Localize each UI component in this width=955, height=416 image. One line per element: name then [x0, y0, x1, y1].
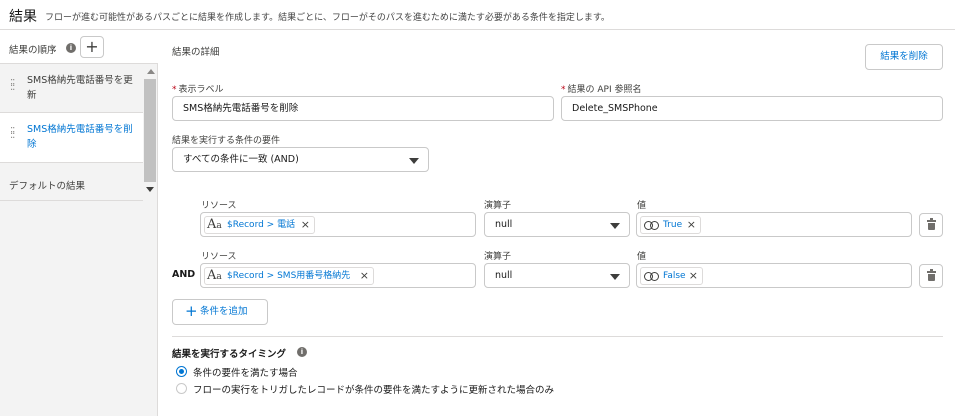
and-connector-label: AND	[172, 269, 196, 280]
add-condition-button[interactable]: + 条件を追加	[172, 299, 268, 325]
timing-option-label[interactable]: 条件の要件を満たす場合	[193, 365, 298, 379]
default-outcome-item[interactable]: デフォルトの結果	[0, 166, 143, 201]
resource-label: リソース	[201, 201, 237, 211]
outcome-details-panel: 結果の詳細 結果を削除 * 表示ラベル SMS格納先電話番号を削除 * 結果の AP…	[159, 31, 955, 416]
value-label: 値	[637, 201, 647, 211]
operator-select[interactable]: null	[484, 263, 630, 288]
page-description: フローが進む可能性があるパスごとに結果を作成します。結果ごとに、フローがそのパス…	[45, 13, 610, 23]
chevron-down-icon	[409, 158, 419, 164]
delete-outcome-button[interactable]: 結果を削除	[865, 44, 943, 70]
default-outcome-label: デフォルトの結果	[9, 181, 86, 192]
timing-option-label[interactable]: フローの実行をトリガしたレコードが条件の要件を満たすように更新された場合のみ	[193, 382, 554, 396]
chevron-down-icon	[610, 223, 620, 229]
value-input[interactable]: False ×	[636, 263, 912, 288]
requirement-label: 結果を実行する条件の要件	[172, 136, 281, 146]
value-input[interactable]: True ×	[636, 212, 912, 237]
header: 結果 フローが進む可能性があるパスごとに結果を作成します。結果ごとに、フローがそ…	[0, 0, 955, 30]
add-outcome-button[interactable]: +	[80, 36, 104, 58]
requirement-select[interactable]: すべての条件に一致 (AND)	[172, 147, 429, 172]
add-condition-label: 条件を追加	[200, 306, 248, 317]
drag-handle-icon[interactable]: ⁚⁚ ⁚⁚	[10, 127, 16, 141]
timing-title: 結果を実行するタイミング i	[172, 346, 307, 360]
operator-value: null	[495, 270, 513, 281]
boolean-icon	[644, 272, 660, 281]
timing-option-radio[interactable]	[176, 366, 187, 377]
scroll-up-icon[interactable]	[147, 69, 155, 74]
operator-value: null	[495, 219, 513, 230]
divider	[172, 336, 943, 337]
operator-select[interactable]: null	[484, 212, 630, 237]
delete-condition-button[interactable]	[919, 264, 943, 288]
delete-condition-button[interactable]	[919, 213, 943, 237]
outcome-item-label: SMS格納先電話番号を更新	[27, 75, 133, 101]
sidebar: 結果の順序 i + ⁚⁚ ⁚⁚ SMS格納先電話番号を更新 ⁚⁚ ⁚⁚ SMS格納先…	[0, 30, 158, 416]
outcome-order-label: 結果の順序	[9, 45, 57, 56]
resource-input[interactable]: Aa $Record > 電話 ×	[200, 212, 476, 237]
info-icon[interactable]: i	[66, 43, 76, 53]
requirement-value: すべての条件に一致 (AND)	[183, 154, 299, 165]
drag-handle-icon[interactable]: ⁚⁚ ⁚⁚	[10, 79, 16, 93]
api-name-input[interactable]: Delete_SMSPhone	[561, 96, 943, 121]
close-icon[interactable]: ×	[301, 217, 310, 233]
timing-option-radio[interactable]	[176, 383, 187, 394]
chevron-down-icon	[610, 274, 620, 280]
outcome-list: ⁚⁚ ⁚⁚ SMS格納先電話番号を更新 ⁚⁚ ⁚⁚ SMS格納先電話番号を削除 デフ…	[0, 65, 143, 201]
operator-label: 演算子	[484, 201, 512, 211]
text-type-icon: Aa	[207, 268, 222, 283]
text-type-icon: Aa	[207, 217, 222, 232]
scroll-down-icon[interactable]	[146, 187, 154, 192]
close-icon[interactable]: ×	[687, 217, 696, 233]
info-icon[interactable]: i	[297, 347, 307, 357]
scrollbar-thumb[interactable]	[144, 79, 156, 182]
outcome-item-selected[interactable]: ⁚⁚ ⁚⁚ SMS格納先電話番号を削除	[0, 113, 143, 163]
outcome-item[interactable]: ⁚⁚ ⁚⁚ SMS格納先電話番号を更新	[0, 65, 143, 113]
operator-label: 演算子	[484, 252, 512, 262]
value-pill-label: False	[663, 271, 686, 281]
resource-pill-label: $Record > 電話	[227, 220, 296, 230]
resource-label: リソース	[201, 252, 237, 262]
resource-pill-label: $Record > SMS用番号格納先	[227, 271, 351, 281]
value-pill[interactable]: True ×	[640, 216, 701, 234]
section-title: 結果の詳細	[172, 47, 220, 58]
add-icon: +	[185, 302, 198, 320]
close-icon[interactable]: ×	[360, 268, 369, 284]
label-input[interactable]: SMS格納先電話番号を削除	[172, 96, 554, 121]
close-icon[interactable]: ×	[689, 268, 698, 284]
value-pill[interactable]: False ×	[640, 267, 703, 285]
resource-pill[interactable]: Aa $Record > SMS用番号格納先 ×	[204, 267, 374, 285]
sidebar-scrollbar[interactable]	[143, 65, 157, 193]
page-title: 結果	[9, 9, 37, 25]
label-field-label: * 表示ラベル	[172, 85, 224, 95]
value-label: 値	[637, 252, 647, 262]
api-name-field-label: * 結果の API 参照名	[561, 85, 642, 95]
outcome-item-label: SMS格納先電話番号を削除	[27, 124, 133, 150]
resource-input[interactable]: Aa $Record > SMS用番号格納先 ×	[200, 263, 476, 288]
boolean-icon	[644, 221, 660, 230]
sidebar-header: 結果の順序 i +	[0, 30, 158, 64]
value-pill-label: True	[663, 220, 683, 230]
resource-pill[interactable]: Aa $Record > 電話 ×	[204, 216, 315, 234]
